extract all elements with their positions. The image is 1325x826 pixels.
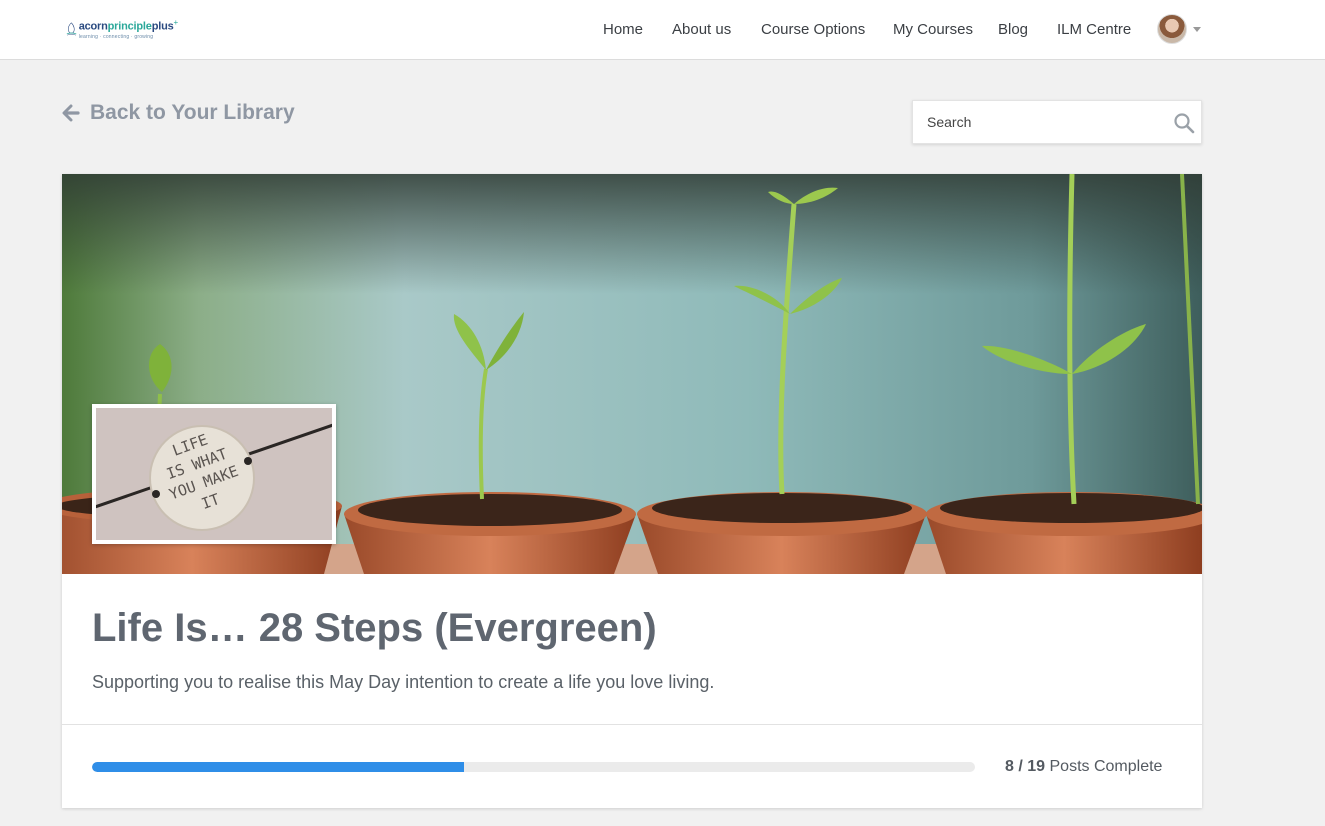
top-navigation-bar: acornprincipleplus+ learning · connectin… — [0, 0, 1325, 60]
posts-separator: / — [1013, 758, 1028, 775]
nav-home[interactable]: Home — [603, 0, 643, 59]
nav-blog-label[interactable]: Blog — [998, 21, 1028, 38]
progress-bar — [92, 762, 975, 772]
site-logo[interactable]: acornprincipleplus+ learning · connectin… — [66, 10, 178, 48]
posts-complete-label: Posts Complete — [1045, 758, 1163, 775]
posts-total-count: 19 — [1027, 758, 1046, 775]
course-description: Supporting you to realise this May Day i… — [92, 672, 715, 692]
logo-icon — [66, 22, 77, 36]
avatar[interactable] — [1157, 14, 1187, 44]
back-link-label[interactable]: Back to Your Library — [90, 101, 295, 125]
nav-ilm-centre-label[interactable]: ILM Centre — [1057, 21, 1131, 38]
search-box — [912, 100, 1202, 144]
logo-tagline: learning · connecting · growing — [78, 33, 154, 40]
nav-home-label[interactable]: Home — [603, 21, 643, 38]
chevron-down-icon[interactable] — [1193, 26, 1201, 32]
logo-text: acornprincipleplus+ learning · connectin… — [78, 18, 179, 40]
thumbnail-image: LIFE IS WHAT YOU MAKE IT — [96, 408, 332, 540]
search-input[interactable] — [913, 101, 1163, 143]
course-title: Life Is… 28 Steps (Evergreen) — [92, 606, 657, 650]
course-banner-image: LIFE IS WHAT YOU MAKE IT — [62, 174, 1202, 574]
nav-ilm-centre[interactable]: ILM Centre — [1057, 0, 1131, 59]
course-card: LIFE IS WHAT YOU MAKE IT Life Is… 28 Ste… — [62, 174, 1202, 808]
nav-my-courses[interactable]: My Courses — [893, 0, 973, 59]
nav-course-options[interactable]: Course Options — [761, 0, 865, 59]
search-icon[interactable] — [1173, 112, 1195, 134]
nav-my-courses-label[interactable]: My Courses — [893, 21, 973, 38]
logo-name: acornprincipleplus+ — [78, 18, 179, 33]
progress-bar-fill — [92, 762, 464, 772]
nav-about-us-label[interactable]: About us — [672, 21, 731, 38]
course-thumbnail: LIFE IS WHAT YOU MAKE IT — [92, 404, 336, 544]
nav-blog[interactable]: Blog — [998, 0, 1028, 59]
user-menu[interactable] — [1157, 14, 1201, 44]
back-to-library-link[interactable]: Back to Your Library — [62, 101, 295, 125]
nav-about-us[interactable]: About us — [672, 0, 731, 59]
nav-course-options-label[interactable]: Course Options — [761, 21, 865, 38]
posts-completed-count: 8 — [1005, 758, 1014, 775]
progress-status: 8 / 19 Posts Complete — [1005, 758, 1162, 776]
arrow-left-icon — [62, 104, 80, 122]
divider — [62, 724, 1202, 725]
